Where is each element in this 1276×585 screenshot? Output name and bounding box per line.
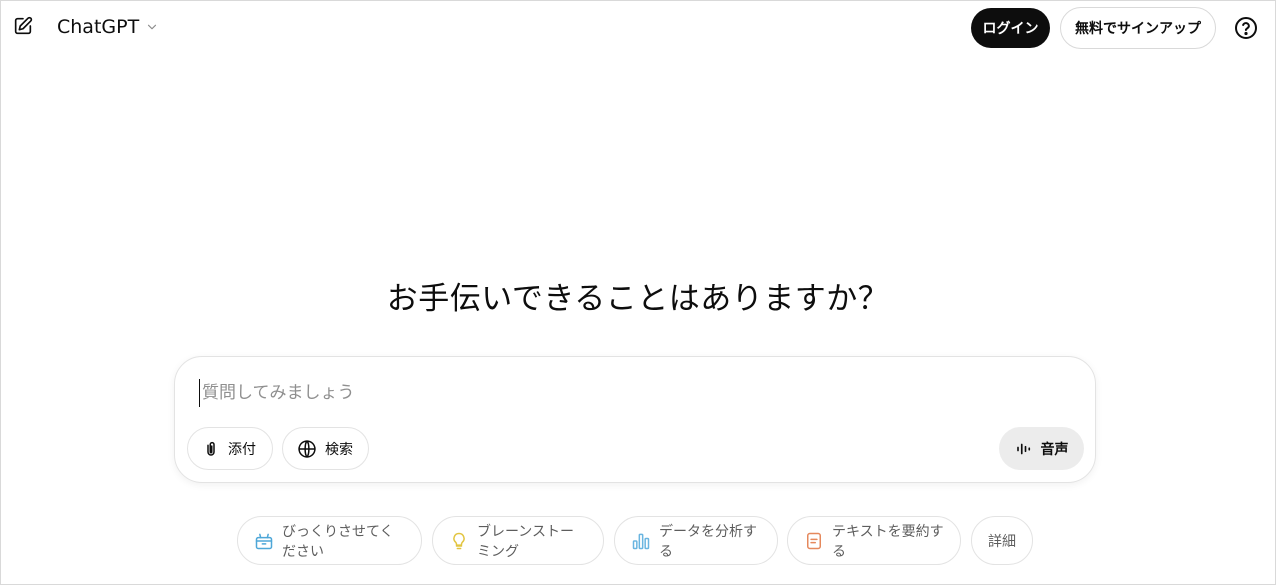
suggestion-label: 詳細 bbox=[988, 533, 1016, 550]
page-title: お手伝いできることはありますか？ bbox=[386, 281, 890, 317]
help-button[interactable] bbox=[1232, 14, 1260, 42]
lightbulb-icon bbox=[449, 531, 469, 551]
signup-button[interactable]: 無料でサインアップ bbox=[1060, 7, 1216, 49]
prompt-input[interactable] bbox=[199, 379, 1059, 407]
document-icon bbox=[804, 531, 824, 551]
new-chat-button[interactable] bbox=[9, 12, 37, 40]
suggestion-analyze-data[interactable]: データを分析する bbox=[614, 516, 778, 565]
chevron-down-icon bbox=[145, 20, 159, 34]
suggestion-label: データを分析する bbox=[659, 523, 757, 560]
suggestion-label: ブレーンストーミング bbox=[477, 523, 575, 560]
globe-icon bbox=[297, 439, 317, 459]
suggestion-more[interactable]: 詳細 bbox=[971, 516, 1033, 565]
login-button[interactable]: ログイン bbox=[971, 8, 1050, 48]
suggestion-summarize-text[interactable]: テキストを要約する bbox=[787, 516, 961, 565]
suggestion-surprise-me[interactable]: びっくりさせてください bbox=[237, 516, 422, 565]
top-bar: ChatGPT ログイン 無料でサインアップ bbox=[1, 1, 1275, 55]
voice-label: 音声 bbox=[1040, 441, 1069, 458]
prompt-composer: 添付 検索 音声 bbox=[174, 356, 1096, 483]
attach-label: 添付 bbox=[228, 441, 256, 458]
bar-chart-icon bbox=[631, 531, 651, 551]
suggestion-label: びっくりさせてください bbox=[282, 523, 394, 560]
suggestion-brainstorm[interactable]: ブレーンストーミング bbox=[432, 516, 604, 565]
paperclip-icon bbox=[202, 440, 220, 458]
help-icon bbox=[1234, 16, 1258, 40]
suggestion-label: テキストを要約する bbox=[832, 523, 944, 560]
waveform-icon bbox=[1015, 440, 1033, 458]
attach-button[interactable]: 添付 bbox=[187, 427, 273, 470]
voice-button[interactable]: 音声 bbox=[999, 427, 1084, 470]
search-label: 検索 bbox=[325, 441, 353, 458]
model-selector[interactable]: ChatGPT bbox=[49, 12, 167, 42]
edit-icon bbox=[12, 15, 34, 37]
gift-icon bbox=[254, 531, 274, 551]
model-name: ChatGPT bbox=[57, 16, 140, 38]
search-button[interactable]: 検索 bbox=[282, 427, 369, 470]
chatgpt-window: ChatGPT ログイン 無料でサインアップ お手伝いできることはありますか？ bbox=[0, 0, 1276, 585]
